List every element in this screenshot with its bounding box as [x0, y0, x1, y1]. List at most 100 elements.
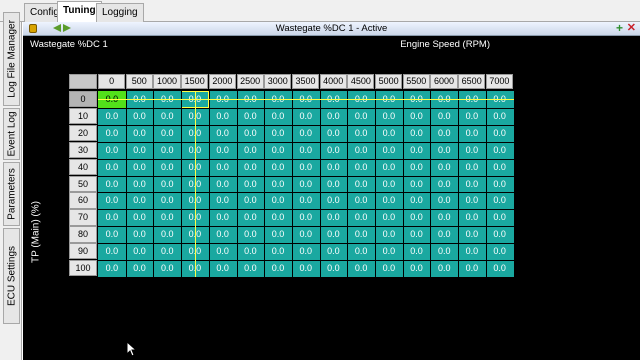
table-cell[interactable]: 0.0: [430, 243, 458, 260]
table-cell[interactable]: 0.0: [209, 243, 237, 260]
column-header[interactable]: 2500: [236, 74, 264, 89]
row-header[interactable]: 20: [69, 124, 97, 142]
row-header[interactable]: 100: [69, 260, 97, 277]
table-cell[interactable]: 0.0: [209, 192, 237, 209]
table-cell[interactable]: 0.0: [126, 108, 154, 125]
table-cell[interactable]: 0.0: [153, 226, 181, 243]
table-cell[interactable]: 0.0: [126, 226, 154, 243]
table-cell[interactable]: 0.0: [347, 226, 375, 243]
table-cell[interactable]: 0.0: [126, 209, 154, 226]
table-cell[interactable]: 0.0: [403, 176, 431, 193]
table-cell[interactable]: 0.0: [98, 108, 126, 125]
table-cell[interactable]: 0.0: [320, 226, 348, 243]
table-cell[interactable]: 0.0: [264, 260, 292, 277]
table-cell[interactable]: 0.0: [153, 142, 181, 159]
table-cell[interactable]: 0.0: [126, 159, 154, 176]
table-cell[interactable]: 0.0: [264, 125, 292, 142]
table-cell[interactable]: 0.0: [375, 159, 403, 176]
table-cell[interactable]: 0.0: [292, 192, 320, 209]
table-cell[interactable]: 0.0: [430, 108, 458, 125]
tab-tuning[interactable]: Tuning: [57, 1, 102, 23]
table-cell[interactable]: 0.0: [458, 192, 486, 209]
table-cell[interactable]: 0.0: [486, 226, 514, 243]
table-cell[interactable]: 0.0: [347, 108, 375, 125]
row-header[interactable]: 90: [69, 243, 97, 260]
table-cell[interactable]: 0.0: [486, 142, 514, 159]
table-cell[interactable]: 0.0: [209, 108, 237, 125]
row-header[interactable]: 60: [69, 192, 97, 209]
column-header[interactable]: 4500: [347, 74, 375, 89]
table-cell[interactable]: 0.0: [347, 209, 375, 226]
table-cell[interactable]: 0.0: [320, 159, 348, 176]
table-cell[interactable]: 0.0: [320, 192, 348, 209]
side-tab-ecu-settings[interactable]: ECU Settings: [3, 228, 20, 324]
table-cell[interactable]: 0.0: [375, 192, 403, 209]
table-cell[interactable]: 0.0: [375, 142, 403, 159]
table-cell[interactable]: 0.0: [153, 209, 181, 226]
table-cell[interactable]: 0.0: [209, 176, 237, 193]
table-cell[interactable]: 0.0: [375, 226, 403, 243]
table-cell[interactable]: 0.0: [126, 125, 154, 142]
table-cell[interactable]: 0.0: [347, 142, 375, 159]
column-header[interactable]: 1000: [153, 74, 181, 89]
table-cell[interactable]: 0.0: [347, 243, 375, 260]
tab-logging[interactable]: Logging: [96, 3, 144, 22]
table-cell[interactable]: 0.0: [458, 260, 486, 277]
table-cell[interactable]: 0.0: [320, 209, 348, 226]
table-cell[interactable]: 0.0: [98, 176, 126, 193]
table-cell[interactable]: 0.0: [403, 209, 431, 226]
table-cell[interactable]: 0.0: [430, 209, 458, 226]
side-tab-parameters[interactable]: Parameters: [3, 162, 20, 226]
column-header[interactable]: 3000: [264, 74, 292, 89]
table-cell[interactable]: 0.0: [347, 125, 375, 142]
column-header[interactable]: 7000: [485, 74, 513, 89]
table-cell[interactable]: 0.0: [458, 159, 486, 176]
table-cell[interactable]: 0.0: [126, 192, 154, 209]
table-cell[interactable]: 0.0: [403, 192, 431, 209]
table-cell[interactable]: 0.0: [209, 142, 237, 159]
table-cell[interactable]: 0.0: [486, 176, 514, 193]
table-cell[interactable]: 0.0: [320, 243, 348, 260]
table-cell[interactable]: 0.0: [403, 260, 431, 277]
table-cell[interactable]: 0.0: [237, 260, 265, 277]
row-header[interactable]: 40: [69, 158, 97, 175]
column-header[interactable]: 3500: [291, 74, 320, 89]
table-cell[interactable]: 0.0: [153, 176, 181, 193]
table-cell[interactable]: 0.0: [264, 176, 292, 193]
table-cell[interactable]: 0.0: [486, 260, 514, 277]
table-cell[interactable]: 0.0: [98, 226, 126, 243]
row-header[interactable]: 10: [69, 107, 97, 125]
table-cell[interactable]: 0.0: [347, 176, 375, 193]
table-cell[interactable]: 0.0: [375, 260, 403, 277]
table-cell[interactable]: 0.0: [292, 125, 320, 142]
table-cell[interactable]: 0.0: [98, 125, 126, 142]
table-cell[interactable]: 0.0: [237, 176, 265, 193]
table-cell[interactable]: 0.0: [264, 209, 292, 226]
table-cell[interactable]: 0.0: [209, 125, 237, 142]
table-cell[interactable]: 0.0: [430, 159, 458, 176]
table-cell[interactable]: 0.0: [375, 125, 403, 142]
row-header[interactable]: 30: [69, 141, 97, 159]
table-cell[interactable]: 0.0: [320, 142, 348, 159]
table-cell[interactable]: 0.0: [126, 260, 154, 277]
table-cell[interactable]: 0.0: [347, 260, 375, 277]
table-cell[interactable]: 0.0: [430, 142, 458, 159]
table-cell[interactable]: 0.0: [430, 192, 458, 209]
table-cell[interactable]: 0.0: [264, 226, 292, 243]
table-cell[interactable]: 0.0: [486, 209, 514, 226]
table-cell[interactable]: 0.0: [292, 260, 320, 277]
table-cell[interactable]: 0.0: [430, 226, 458, 243]
row-header[interactable]: 0: [69, 91, 97, 108]
table-cell[interactable]: 0.0: [320, 260, 348, 277]
table-cell[interactable]: 0.0: [458, 243, 486, 260]
table-cell[interactable]: 0.0: [209, 260, 237, 277]
table-cell[interactable]: 0.0: [458, 176, 486, 193]
side-tab-log-file-manager[interactable]: Log File Manager: [3, 12, 20, 106]
table-cell[interactable]: 0.0: [403, 142, 431, 159]
table-cell[interactable]: 0.0: [458, 108, 486, 125]
column-header[interactable]: 6500: [458, 74, 486, 89]
table-cell[interactable]: 0.0: [486, 192, 514, 209]
table-cell[interactable]: 0.0: [458, 125, 486, 142]
table-cell[interactable]: 0.0: [237, 125, 265, 142]
table-cell[interactable]: 0.0: [153, 260, 181, 277]
